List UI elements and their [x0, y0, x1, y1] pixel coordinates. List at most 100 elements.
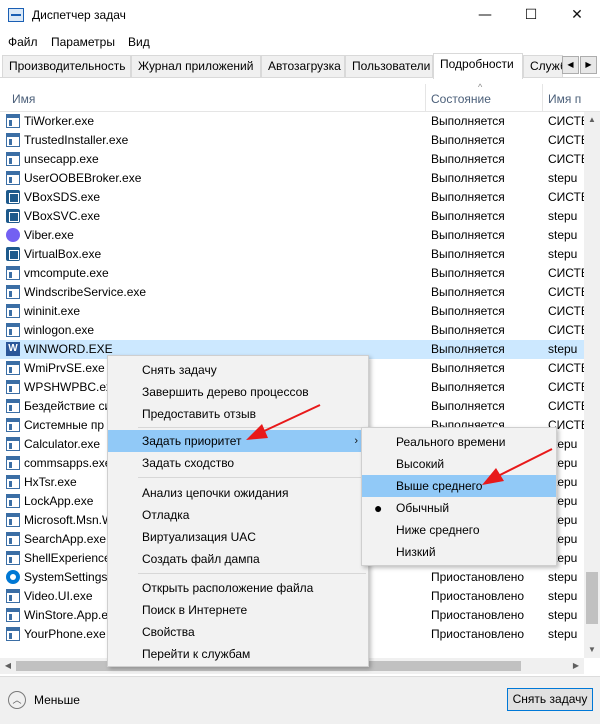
menu-item-properties[interactable]: Свойства [108, 621, 368, 643]
process-status: Выполняется [431, 209, 505, 223]
process-name: Video.UI.exe [24, 589, 93, 603]
process-name: wininit.exe [24, 304, 81, 318]
process-name: SystemSettings. [24, 570, 111, 584]
menu-item-set-affinity[interactable]: Задать сходство [108, 452, 368, 474]
table-row[interactable]: winlogon.exe Выполняется СИСТЕ [0, 321, 584, 340]
menu-item-analyze-wait-chain[interactable]: Анализ цепочки ожидания [108, 482, 368, 504]
menu-item-provide-feedback[interactable]: Предоставить отзыв [108, 403, 368, 425]
virtualbox-icon [6, 190, 20, 204]
app-window-icon [6, 285, 20, 299]
process-user: СИСТЕ [548, 114, 584, 128]
vertical-scrollbar[interactable]: ▲ ▼ [584, 112, 600, 658]
virtualbox-icon [6, 209, 20, 223]
table-row[interactable]: UserOOBEBroker.exe Выполняется stepu [0, 169, 584, 188]
tab-app-history[interactable]: Журнал приложений [131, 55, 261, 77]
process-name: Бездействие си [24, 399, 112, 413]
table-row[interactable]: Viber.exe Выполняется stepu [0, 226, 584, 245]
process-name: TrustedInstaller.exe [24, 133, 129, 147]
process-name: unsecapp.exe [24, 152, 99, 166]
process-status: Приостановлено [431, 608, 525, 622]
process-name: vmcompute.exe [24, 266, 109, 280]
table-row[interactable]: TrustedInstaller.exe Выполняется СИСТЕ [0, 131, 584, 150]
menu-item-end-task[interactable]: Снять задачу [108, 359, 368, 381]
tab-services[interactable]: Службы [523, 55, 563, 77]
process-status: Приостановлено [431, 589, 525, 603]
app-window-icon [6, 418, 20, 432]
process-name: LockApp.exe [24, 494, 94, 508]
process-name: TiWorker.exe [24, 114, 95, 128]
process-name: winlogon.exe [24, 323, 95, 337]
menu-item-end-process-tree[interactable]: Завершить дерево процессов [108, 381, 368, 403]
app-window-icon [6, 513, 20, 527]
scroll-right-icon[interactable]: ▶ [568, 658, 584, 674]
process-user: stepu [548, 209, 578, 223]
table-row[interactable]: wininit.exe Выполняется СИСТЕ [0, 302, 584, 321]
process-name: Системные пр [24, 418, 105, 432]
process-user: СИСТЕ [548, 323, 584, 337]
priority-below-normal[interactable]: Ниже среднего [362, 519, 556, 541]
priority-realtime[interactable]: Реального времени [362, 431, 556, 453]
maximize-button[interactable]: ☐ [508, 0, 554, 31]
close-button[interactable]: ✕ [554, 0, 600, 31]
tab-scroll-right-icon[interactable]: ▶ [580, 56, 597, 74]
radio-dot-icon: ● [374, 500, 383, 516]
menu-item-search-online[interactable]: Поиск в Интернете [108, 599, 368, 621]
chevron-up-icon[interactable]: ︿ [8, 691, 26, 709]
process-user: СИСТЕ [548, 152, 584, 166]
tab-startup[interactable]: Автозагрузка [261, 55, 345, 77]
scroll-up-icon[interactable]: ▲ [584, 112, 600, 128]
menu-options[interactable]: Параметры [51, 35, 115, 49]
column-divider[interactable] [425, 84, 426, 112]
fewer-details-link[interactable]: Меньше [34, 693, 80, 707]
priority-submenu: Реального времени Высокий Выше среднего … [361, 427, 557, 566]
end-task-button[interactable]: Снять задачу [507, 688, 593, 711]
tab-users[interactable]: Пользователи [345, 55, 433, 77]
priority-normal[interactable]: ● Обычный [362, 497, 556, 519]
menu-item-open-file-location[interactable]: Открыть расположение файла [108, 577, 368, 599]
column-status[interactable]: Состояние [431, 92, 491, 106]
scroll-down-icon[interactable]: ▼ [584, 642, 600, 658]
column-name[interactable]: Имя [12, 92, 35, 106]
menu-item-uac-virtualization[interactable]: Виртуализация UAC [108, 526, 368, 548]
process-user: stepu [548, 247, 578, 261]
tab-scroll-left-icon[interactable]: ◀ [562, 56, 579, 74]
minimize-button[interactable]: — [462, 0, 508, 31]
table-row[interactable]: unsecapp.exe Выполняется СИСТЕ [0, 150, 584, 169]
scroll-left-icon[interactable]: ◀ [0, 658, 16, 674]
process-status: Выполняется [431, 228, 505, 242]
process-name: HxTsr.exe [24, 475, 77, 489]
table-row[interactable]: WindscribeService.exe Выполняется СИСТЕ [0, 283, 584, 302]
column-divider[interactable] [542, 84, 543, 112]
process-status: Выполняется [431, 133, 505, 147]
app-window-icon [6, 551, 20, 565]
table-row[interactable]: VBoxSDS.exe Выполняется СИСТЕ [0, 188, 584, 207]
window-title: Диспетчер задач [32, 8, 126, 22]
process-status: Выполняется [431, 323, 505, 337]
column-user[interactable]: Имя п [548, 92, 581, 106]
process-name: WinStore.App.e [24, 608, 109, 622]
priority-high[interactable]: Высокий [362, 453, 556, 475]
menu-item-set-priority-label: Задать приоритет [142, 434, 242, 448]
table-row[interactable]: vmcompute.exe Выполняется СИСТЕ [0, 264, 584, 283]
tab-details[interactable]: Подробности [433, 53, 523, 79]
priority-above-normal[interactable]: Выше среднего [362, 475, 556, 497]
tab-performance[interactable]: Производительность [2, 55, 131, 77]
app-window-icon [6, 532, 20, 546]
table-row[interactable]: VirtualBox.exe Выполняется stepu [0, 245, 584, 264]
menu-file[interactable]: Файл [8, 35, 38, 49]
table-row[interactable]: VBoxSVC.exe Выполняется stepu [0, 207, 584, 226]
menu-item-create-dump-file[interactable]: Создать файл дампа [108, 548, 368, 570]
menu-view[interactable]: Вид [128, 35, 150, 49]
menu-separator [138, 573, 366, 574]
menu-item-debug[interactable]: Отладка [108, 504, 368, 526]
app-window-icon [6, 114, 20, 128]
process-name: Viber.exe [24, 228, 74, 242]
table-row[interactable]: TiWorker.exe Выполняется СИСТЕ [0, 112, 584, 131]
vertical-scroll-thumb[interactable] [586, 572, 598, 624]
priority-low[interactable]: Низкий [362, 541, 556, 563]
menu-item-go-to-services[interactable]: Перейти к службам [108, 643, 368, 665]
menu-item-set-priority[interactable]: Задать приоритет › [108, 430, 368, 452]
process-status: Выполняется [431, 285, 505, 299]
process-name: YourPhone.exe [24, 627, 106, 641]
app-window-icon [6, 152, 20, 166]
